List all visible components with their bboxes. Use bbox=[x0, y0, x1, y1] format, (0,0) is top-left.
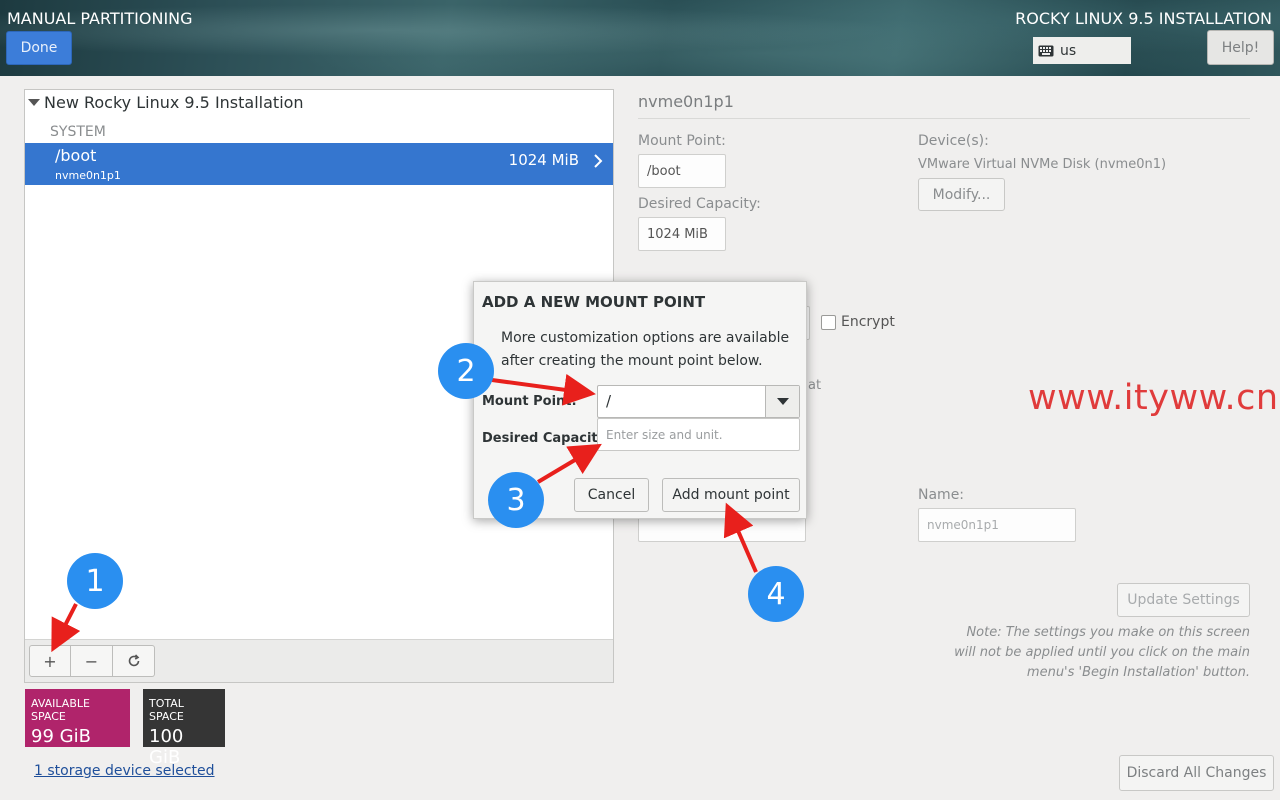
help-button[interactable]: Help! bbox=[1207, 30, 1274, 65]
encrypt-label: Encrypt bbox=[841, 314, 895, 330]
remove-icon: − bbox=[84, 651, 99, 671]
annotation-badge-3: 3 bbox=[488, 472, 544, 528]
available-space-box: AVAILABLE SPACE 99 GiB bbox=[25, 689, 130, 747]
right-panel-divider bbox=[638, 118, 1250, 119]
available-space-label: AVAILABLE SPACE bbox=[31, 697, 90, 723]
watermark: www.ityww.cn bbox=[1028, 378, 1279, 418]
keyboard-layout-indicator[interactable]: us bbox=[1033, 37, 1131, 64]
keyboard-layout-label: us bbox=[1060, 42, 1077, 59]
mount-point-combo[interactable]: / bbox=[597, 385, 800, 418]
collapse-triangle-icon[interactable] bbox=[28, 99, 40, 106]
header-bar: MANUAL PARTITIONING Done ROCKY LINUX 9.5… bbox=[0, 0, 1280, 76]
refresh-button[interactable] bbox=[113, 645, 155, 677]
annotation-badge-4: 4 bbox=[748, 566, 804, 622]
mount-point-label: Mount Point: bbox=[638, 133, 726, 149]
dropdown-arrow-icon bbox=[776, 398, 789, 405]
settings-note: Note: The settings you make on this scre… bbox=[954, 625, 1250, 680]
cancel-button[interactable]: Cancel bbox=[574, 478, 649, 512]
dialog-mount-point-label: Mount Point: bbox=[482, 394, 577, 409]
partition-device: nvme0n1p1 bbox=[55, 169, 121, 182]
refresh-icon bbox=[128, 654, 139, 667]
mount-point-field[interactable]: /boot bbox=[638, 154, 726, 188]
desired-capacity-input[interactable] bbox=[597, 418, 800, 451]
add-icon: + bbox=[43, 651, 57, 671]
storage-device-link[interactable]: 1 storage device selected bbox=[34, 763, 215, 779]
partition-size: 1024 MiB bbox=[508, 151, 579, 169]
done-button[interactable]: Done bbox=[6, 31, 72, 65]
partition-toolbar: + − bbox=[25, 639, 613, 682]
encrypt-checkbox[interactable]: Encrypt bbox=[821, 314, 895, 330]
installation-group-title: New Rocky Linux 9.5 Installation bbox=[44, 93, 304, 112]
total-space-label: TOTAL SPACE bbox=[149, 697, 184, 723]
desired-capacity-field[interactable]: 1024 MiB bbox=[638, 217, 726, 251]
add-mount-point-button[interactable]: + bbox=[29, 645, 71, 677]
annotation-badge-2: 2 bbox=[438, 343, 494, 399]
update-settings-button[interactable]: Update Settings bbox=[1117, 583, 1250, 617]
name-label: Name: bbox=[918, 487, 965, 503]
mount-point-dropdown-button[interactable] bbox=[765, 386, 799, 417]
name-field[interactable]: nvme0n1p1 bbox=[918, 508, 1076, 542]
installation-group-header[interactable]: New Rocky Linux 9.5 Installation bbox=[28, 93, 304, 112]
available-space-value: 99 GiB bbox=[31, 726, 91, 747]
discard-all-changes-button[interactable]: Discard All Changes bbox=[1119, 755, 1274, 791]
devices-label: Device(s): bbox=[918, 133, 989, 149]
total-space-box: TOTAL SPACE 100 GiB bbox=[143, 689, 225, 768]
format-label-fragment: at bbox=[808, 378, 822, 393]
add-mount-point-confirm-button[interactable]: Add mount point bbox=[662, 478, 800, 512]
encrypt-checkbox-box[interactable] bbox=[821, 314, 836, 330]
dialog-description: More customization options are available… bbox=[501, 330, 790, 369]
partition-row-boot[interactable]: /boot nvme0n1p1 1024 MiB bbox=[25, 143, 613, 185]
device-name: VMware Virtual NVMe Disk (nvme0n1) bbox=[918, 157, 1167, 172]
partition-mount-point: /boot bbox=[55, 146, 97, 165]
remove-mount-point-button[interactable]: − bbox=[71, 645, 113, 677]
installation-title: ROCKY LINUX 9.5 INSTALLATION bbox=[1015, 9, 1272, 28]
mount-point-combo-value: / bbox=[606, 392, 612, 410]
modify-button[interactable]: Modify... bbox=[918, 178, 1005, 211]
total-space-value: 100 GiB bbox=[149, 726, 184, 768]
system-section-label: SYSTEM bbox=[50, 124, 106, 140]
page-title: MANUAL PARTITIONING bbox=[7, 9, 193, 28]
annotation-badge-1: 1 bbox=[67, 553, 123, 609]
chevron-right-icon bbox=[594, 154, 603, 168]
keyboard-icon bbox=[1038, 45, 1054, 56]
dialog-desired-capacity-label: Desired Capacity: bbox=[482, 431, 612, 446]
dialog-title: ADD A NEW MOUNT POINT bbox=[482, 293, 706, 311]
selected-partition-title: nvme0n1p1 bbox=[638, 92, 734, 111]
desired-capacity-label: Desired Capacity: bbox=[638, 196, 761, 212]
